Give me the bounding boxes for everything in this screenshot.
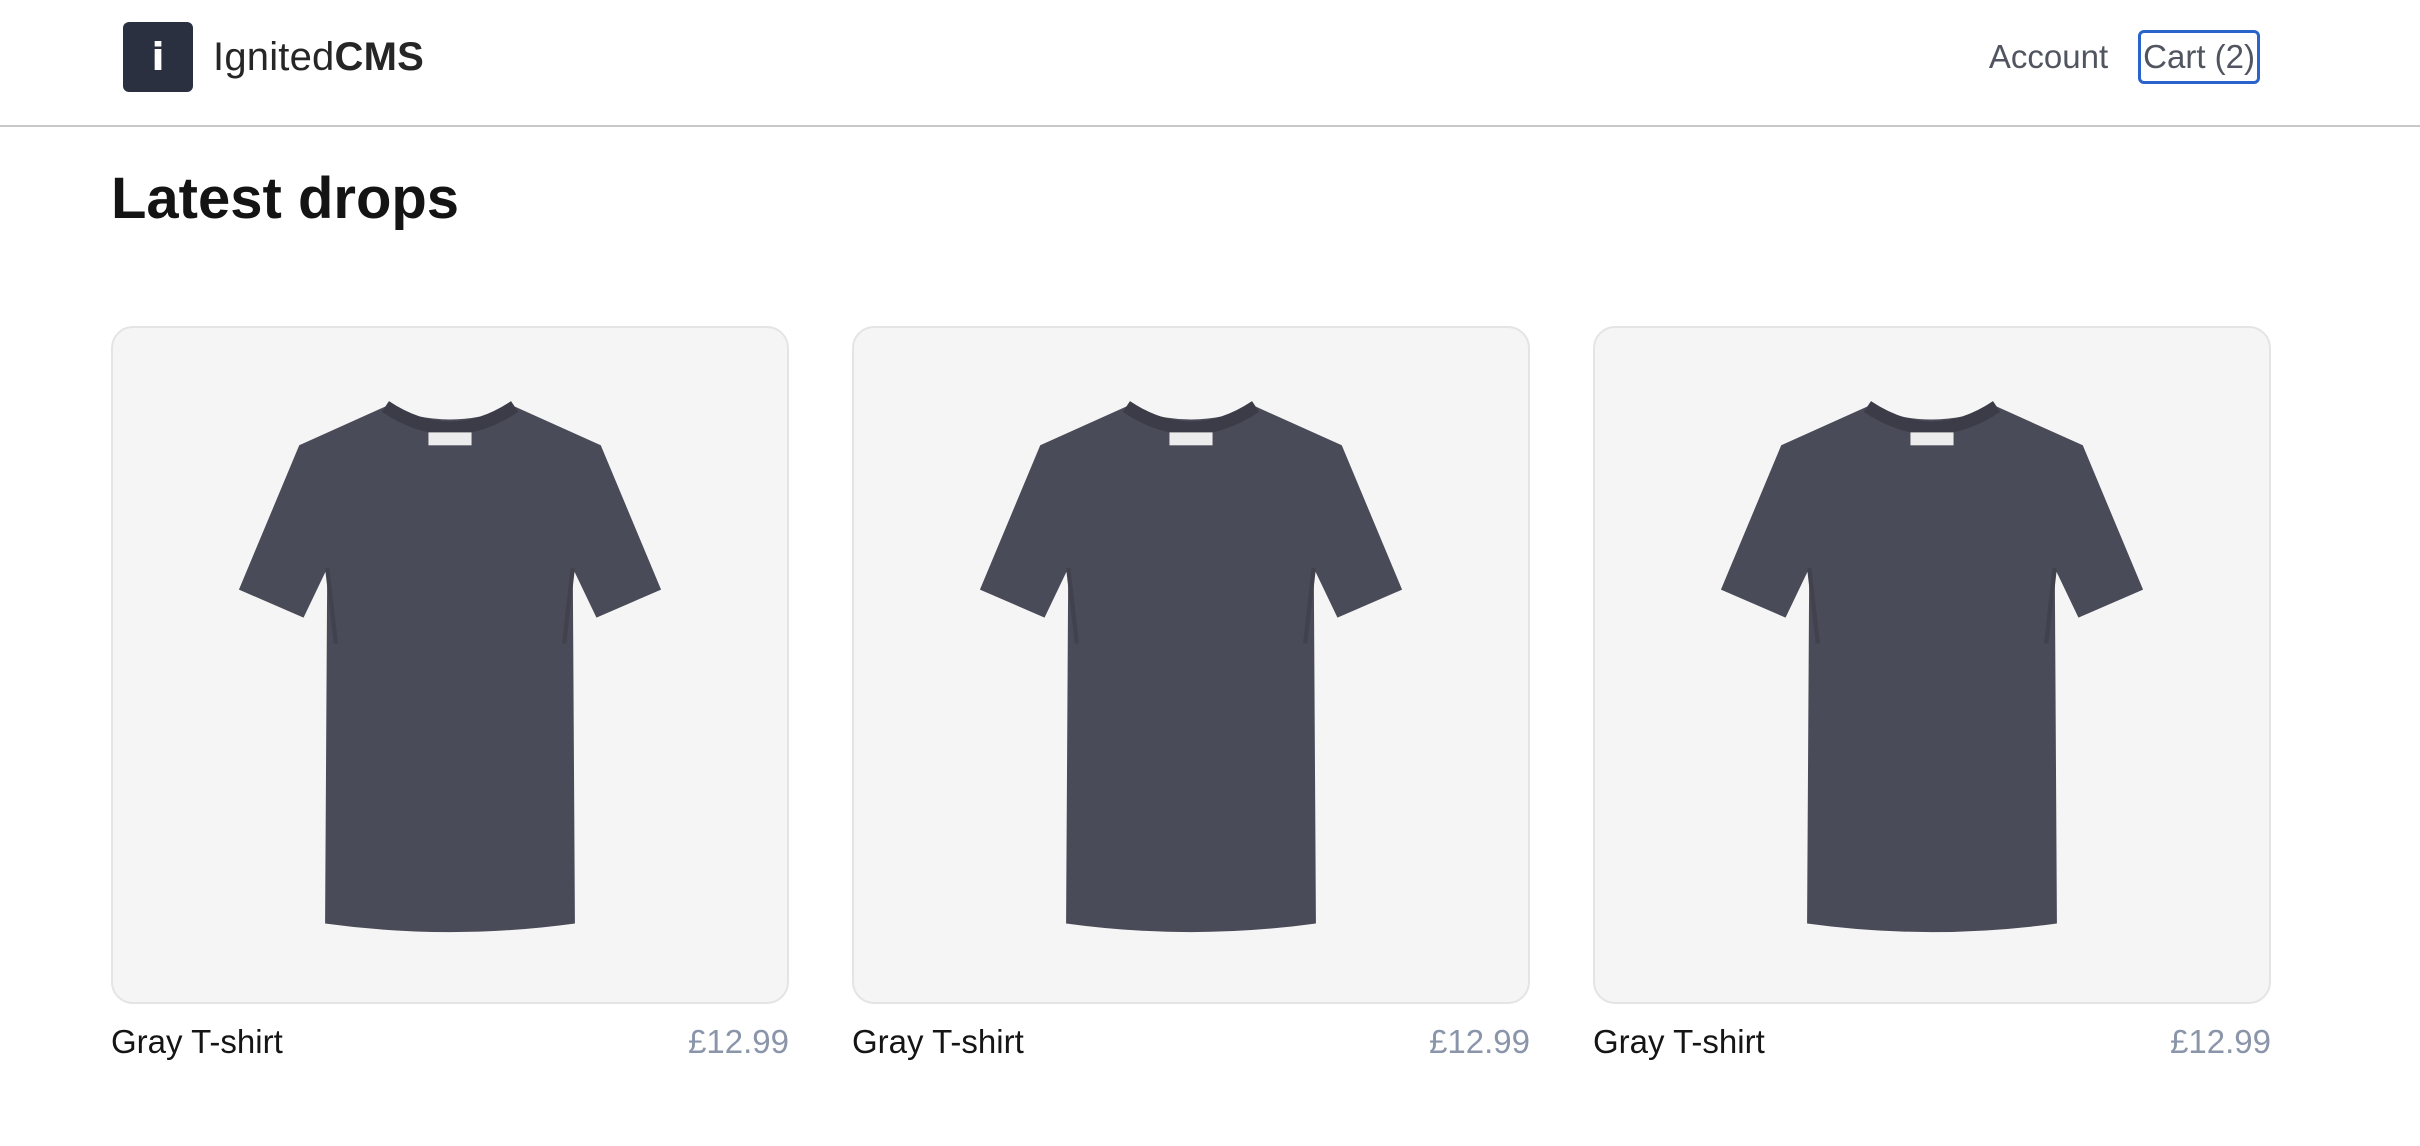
page-title: Latest drops: [111, 166, 460, 231]
product-meta: Gray T-shirt £12.99: [1593, 1022, 2271, 1062]
product-image: [1593, 326, 2271, 1004]
product-card[interactable]: Gray T-shirt £12.99: [111, 326, 789, 1062]
product-name: Gray T-shirt: [111, 1023, 283, 1060]
product-price: £12.99: [1429, 1023, 1530, 1060]
tshirt-icon: [238, 401, 662, 933]
product-card[interactable]: Gray T-shirt £12.99: [1593, 326, 2271, 1062]
main-nav: Account Cart (2): [1989, 30, 2260, 84]
logo-link[interactable]: i IgnitedCMS: [123, 22, 424, 92]
logo-badge: i: [123, 22, 193, 92]
product-card[interactable]: Gray T-shirt £12.99: [852, 326, 1530, 1062]
brand-name: IgnitedCMS: [213, 35, 424, 80]
product-grid: Gray T-shirt £12.99 Gray T-shirt £12.99: [111, 326, 2271, 1062]
account-link[interactable]: Account: [1989, 38, 2108, 76]
tshirt-icon: [979, 401, 1403, 933]
site-header: i IgnitedCMS Account Cart (2): [0, 0, 2420, 127]
product-meta: Gray T-shirt £12.99: [852, 1022, 1530, 1062]
product-image: [111, 326, 789, 1004]
product-name: Gray T-shirt: [852, 1023, 1024, 1060]
brand-name-light: Ignited: [213, 34, 335, 79]
product-meta: Gray T-shirt £12.99: [111, 1022, 789, 1062]
product-price: £12.99: [2170, 1023, 2271, 1060]
product-price: £12.99: [688, 1023, 789, 1060]
tshirt-icon: [1720, 401, 2144, 933]
product-name: Gray T-shirt: [1593, 1023, 1765, 1060]
cart-link[interactable]: Cart (2): [2138, 30, 2260, 84]
product-image: [852, 326, 1530, 1004]
brand-name-bold: CMS: [334, 34, 424, 79]
